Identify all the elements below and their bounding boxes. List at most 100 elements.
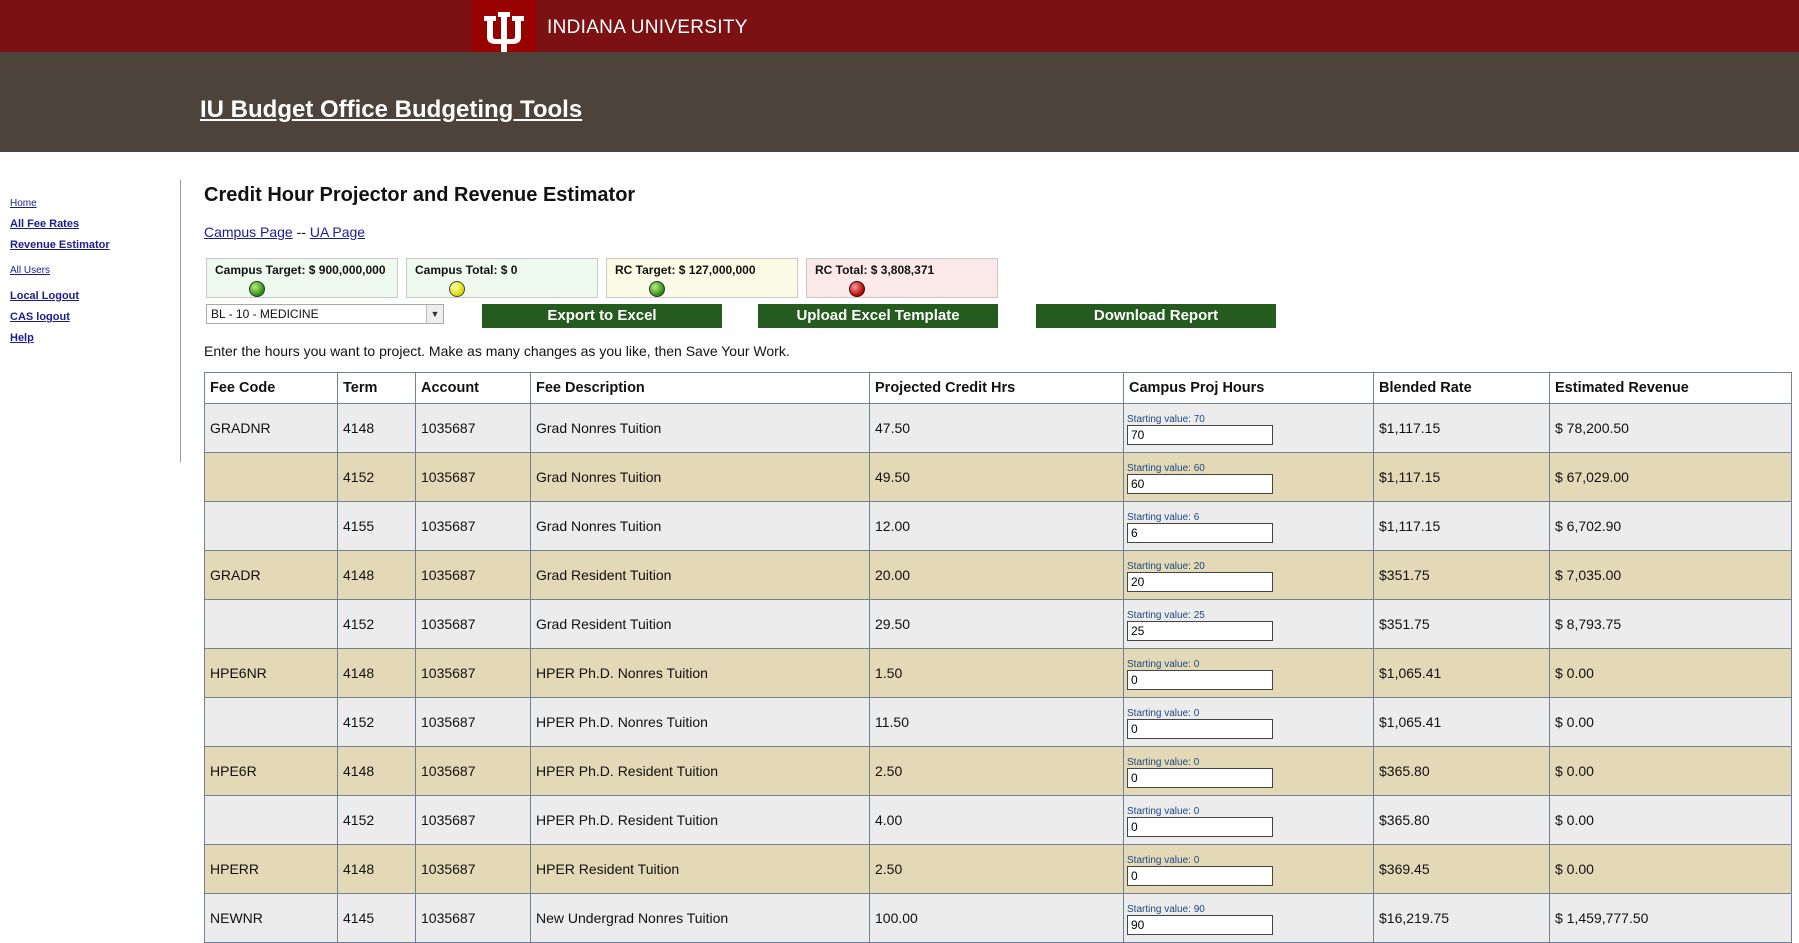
campus-target-status: Campus Target: $ 900,000,000 — [206, 258, 398, 298]
fee-code-cell: GRADNR — [204, 403, 338, 453]
campus-proj-hours-input[interactable] — [1127, 669, 1273, 690]
account-cell: 1035687 — [415, 844, 531, 894]
sidebar-item-revenue-estimator[interactable]: Revenue Estimator — [10, 239, 170, 251]
upload-excel-template-button[interactable]: Upload Excel Template — [758, 304, 998, 328]
sidebar-item-home[interactable]: Home — [10, 198, 170, 209]
status-dot-icon — [449, 281, 465, 297]
col-estimated-revenue: Estimated Revenue — [1549, 372, 1792, 404]
sidebar-item-local-logout[interactable]: Local Logout — [10, 290, 170, 302]
fee-code-cell: HPE6R — [204, 746, 338, 796]
account-cell: 1035687 — [415, 648, 531, 698]
campus-proj-hours-input[interactable] — [1127, 522, 1273, 543]
term-cell: 4152 — [337, 697, 416, 747]
campus-proj-hours-input[interactable] — [1127, 424, 1273, 445]
estimated-revenue-cell: $ 0.00 — [1549, 697, 1792, 747]
campus-proj-cell: Starting value: 0 — [1123, 697, 1374, 747]
blended-rate-cell: $365.80 — [1373, 795, 1550, 845]
col-fee-code: Fee Code — [204, 372, 338, 404]
account-cell: 1035687 — [415, 550, 531, 600]
campus-proj-hours-input[interactable] — [1127, 620, 1273, 641]
fee-code-cell: HPERR — [204, 844, 338, 894]
fee-code-cell — [204, 501, 338, 551]
table-header-row: Fee Code Term Account Fee Description Pr… — [204, 372, 1792, 404]
ua-page-link[interactable]: UA Page — [310, 224, 365, 240]
account-cell: 1035687 — [415, 501, 531, 551]
account-cell: 1035687 — [415, 452, 531, 502]
projected-hours-cell: 49.50 — [869, 452, 1124, 502]
status-dot-icon — [649, 281, 665, 297]
campus-proj-hours-input[interactable] — [1127, 865, 1273, 886]
estimated-revenue-cell: $ 0.00 — [1549, 746, 1792, 796]
blended-rate-cell: $1,117.15 — [1373, 452, 1550, 502]
table-row: HPERR 4148 1035687 HPER Resident Tuition… — [204, 844, 1792, 894]
col-blended-rate: Blended Rate — [1373, 372, 1550, 404]
starting-value-label: Starting value: 60 — [1127, 462, 1205, 474]
sidebar-item-cas-logout[interactable]: CAS logout — [10, 311, 170, 323]
rc-target-label: RC Target: $ 127,000,000 — [615, 263, 756, 277]
description-cell: Grad Nonres Tuition — [530, 403, 870, 453]
site-title-link[interactable]: IU Budget Office Budgeting Tools — [200, 96, 582, 124]
campus-proj-cell: Starting value: 60 — [1123, 452, 1374, 502]
starting-value-label: Starting value: 70 — [1127, 413, 1205, 425]
campus-total-status: Campus Total: $ 0 — [406, 258, 598, 298]
description-cell: Grad Resident Tuition — [530, 550, 870, 600]
campus-proj-cell: Starting value: 0 — [1123, 648, 1374, 698]
description-cell: HPER Ph.D. Nonres Tuition — [530, 648, 870, 698]
description-cell: HPER Resident Tuition — [530, 844, 870, 894]
blended-rate-cell: $16,219.75 — [1373, 893, 1550, 943]
term-cell: 4152 — [337, 452, 416, 502]
starting-value-label: Starting value: 25 — [1127, 609, 1205, 621]
campus-proj-hours-input[interactable] — [1127, 914, 1273, 935]
campus-proj-hours-input[interactable] — [1127, 767, 1273, 788]
campus-proj-cell: Starting value: 70 — [1123, 403, 1374, 453]
rc-select[interactable]: BL - 10 - MEDICINE ▼ — [206, 304, 444, 324]
sidebar-item-all-users[interactable]: All Users — [10, 265, 170, 276]
university-name[interactable]: INDIANA UNIVERSITY — [547, 17, 748, 39]
estimated-revenue-cell: $ 6,702.90 — [1549, 501, 1792, 551]
account-cell: 1035687 — [415, 746, 531, 796]
description-cell: Grad Resident Tuition — [530, 599, 870, 649]
rc-target-status: RC Target: $ 127,000,000 — [606, 258, 798, 298]
projected-hours-cell: 1.50 — [869, 648, 1124, 698]
status-dot-icon — [249, 281, 265, 297]
table-row: GRADR 4148 1035687 Grad Resident Tuition… — [204, 550, 1792, 600]
rc-total-label: RC Total: $ 3,808,371 — [815, 263, 935, 277]
term-cell: 4145 — [337, 893, 416, 943]
estimated-revenue-cell: $ 78,200.50 — [1549, 403, 1792, 453]
blended-rate-cell: $351.75 — [1373, 550, 1550, 600]
projected-hours-cell: 12.00 — [869, 501, 1124, 551]
blended-rate-cell: $1,065.41 — [1373, 697, 1550, 747]
campus-proj-hours-input[interactable] — [1127, 473, 1273, 494]
campus-page-link[interactable]: Campus Page — [204, 224, 293, 240]
sidebar-item-all-fee-rates[interactable]: All Fee Rates — [10, 218, 170, 230]
rc-select-value: BL - 10 - MEDICINE — [211, 307, 319, 321]
starting-value-label: Starting value: 6 — [1127, 511, 1200, 523]
table-row: 4152 1035687 HPER Ph.D. Resident Tuition… — [204, 795, 1792, 845]
table-row: 4152 1035687 Grad Nonres Tuition 49.50 S… — [204, 452, 1792, 502]
description-cell: HPER Ph.D. Nonres Tuition — [530, 697, 870, 747]
projected-hours-cell: 11.50 — [869, 697, 1124, 747]
fee-code-cell — [204, 452, 338, 502]
download-report-button[interactable]: Download Report — [1036, 304, 1276, 328]
chevron-down-icon[interactable]: ▼ — [426, 305, 443, 323]
account-cell: 1035687 — [415, 697, 531, 747]
starting-value-label: Starting value: 0 — [1127, 756, 1200, 768]
campus-proj-cell: Starting value: 0 — [1123, 746, 1374, 796]
export-to-excel-button[interactable]: Export to Excel — [482, 304, 722, 328]
projected-hours-cell: 20.00 — [869, 550, 1124, 600]
campus-proj-hours-input[interactable] — [1127, 816, 1273, 837]
account-cell: 1035687 — [415, 795, 531, 845]
blended-rate-cell: $369.45 — [1373, 844, 1550, 894]
account-cell: 1035687 — [415, 403, 531, 453]
starting-value-label: Starting value: 0 — [1127, 854, 1200, 866]
campus-proj-hours-input[interactable] — [1127, 571, 1273, 592]
estimated-revenue-cell: $ 8,793.75 — [1549, 599, 1792, 649]
description-cell: New Undergrad Nonres Tuition — [530, 893, 870, 943]
campus-proj-cell: Starting value: 6 — [1123, 501, 1374, 551]
sidebar-item-help[interactable]: Help — [10, 332, 170, 344]
description-cell: Grad Nonres Tuition — [530, 501, 870, 551]
campus-proj-hours-input[interactable] — [1127, 718, 1273, 739]
rc-total-status: RC Total: $ 3,808,371 — [806, 258, 998, 298]
account-cell: 1035687 — [415, 599, 531, 649]
blended-rate-cell: $1,117.15 — [1373, 501, 1550, 551]
